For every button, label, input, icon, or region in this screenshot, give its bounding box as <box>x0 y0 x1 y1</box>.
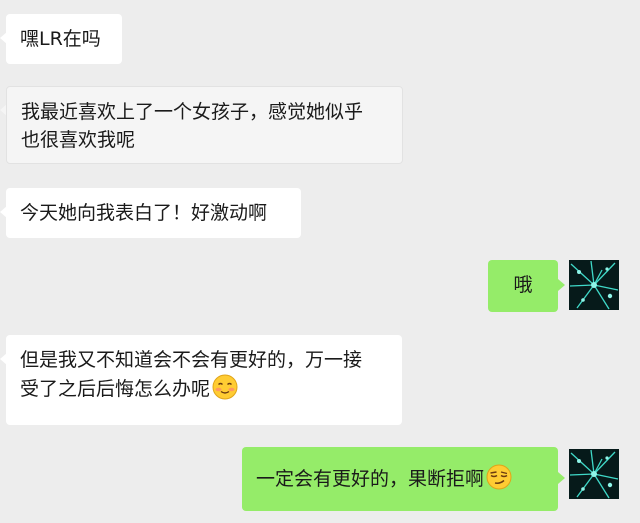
message-bubble-incoming[interactable]: 我最近喜欢上了一个女孩子，感觉她似乎 也很喜欢我呢 <box>6 86 403 164</box>
message-text: 哦 <box>513 274 533 296</box>
avatar-image <box>569 449 619 499</box>
message-text-line: 受了之后后悔怎么办呢 <box>20 378 211 400</box>
avatar-image <box>569 260 619 310</box>
message-text: 嘿LR在吗 <box>20 28 101 50</box>
message-bubble-incoming[interactable]: 今天她向我表白了！好激动啊 <box>6 188 301 238</box>
bubble-tail <box>558 472 565 484</box>
smiling-blush-face-icon <box>212 374 238 400</box>
bubble-tail <box>558 279 565 291</box>
message-text-line: 一定会有更好的，果断拒啊 <box>256 464 544 493</box>
message-bubble-outgoing[interactable]: 一定会有更好的，果断拒啊 <box>242 447 558 511</box>
smirking-face-icon <box>486 464 512 490</box>
message-bubble-incoming[interactable]: 但是我又不知道会不会有更好的，万一接 受了之后后悔怎么办呢 <box>6 335 402 425</box>
message-text-line: 但是我又不知道会不会有更好的，万一接 <box>20 349 363 371</box>
message-bubble-incoming[interactable]: 嘿LR在吗 <box>6 14 122 64</box>
chat-window: 嘿LR在吗 我最近喜欢上了一个女孩子，感觉她似乎 也很喜欢我呢 今天她向我表白了… <box>0 0 640 523</box>
avatar[interactable] <box>569 449 619 499</box>
message-text-line: 受了之后后悔怎么办呢 <box>20 374 388 403</box>
avatar[interactable] <box>569 260 619 310</box>
message-text: 今天她向我表白了！好激动啊 <box>20 202 268 224</box>
message-bubble-outgoing[interactable]: 哦 <box>488 260 558 312</box>
message-text-line: 也很喜欢我呢 <box>21 129 136 151</box>
message-text: 一定会有更好的，果断拒啊 <box>256 468 485 490</box>
message-text-line: 我最近喜欢上了一个女孩子，感觉她似乎 <box>21 101 364 123</box>
